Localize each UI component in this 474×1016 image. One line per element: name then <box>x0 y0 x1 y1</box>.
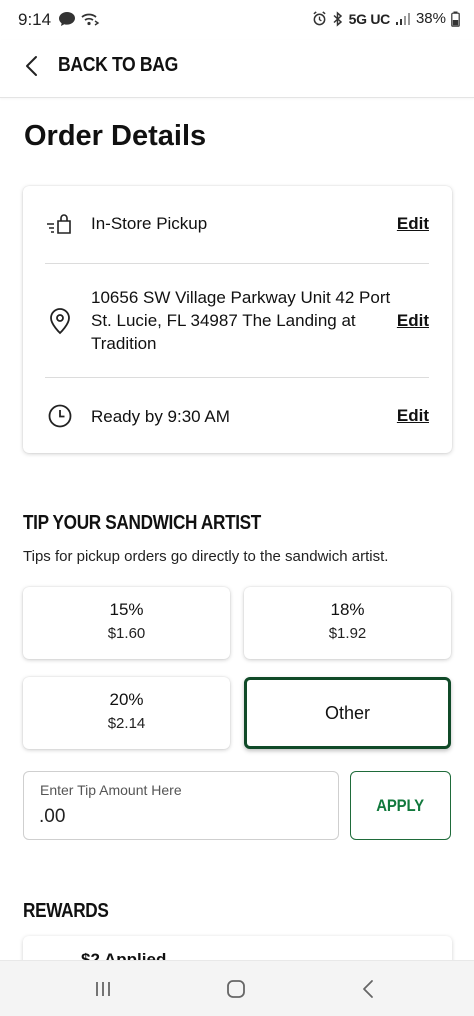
divider <box>45 377 429 378</box>
clock-icon <box>48 404 72 428</box>
ready-time: Ready by 9:30 AM <box>91 406 230 426</box>
edit-time-link[interactable]: Edit <box>397 406 429 426</box>
tip-percent: 15% <box>109 600 144 619</box>
tip-heading: TIP YOUR SANDWICH ARTIST <box>23 512 261 534</box>
chat-bubble-icon <box>59 12 75 26</box>
system-navigation-bar <box>0 960 474 1016</box>
battery-icon <box>451 11 460 27</box>
order-details-card: In-Store Pickup Edit 10656 SW Village Pa… <box>23 186 452 453</box>
back-to-bag-link[interactable]: BACK TO BAG <box>58 54 178 77</box>
edit-pickup-link[interactable]: Edit <box>397 214 429 234</box>
edit-location-link[interactable]: Edit <box>397 311 429 331</box>
top-navigation: BACK TO BAG <box>0 40 474 98</box>
pickup-row: In-Store Pickup Edit <box>45 212 429 235</box>
status-right: 5G UC 38% <box>312 10 460 27</box>
home-icon <box>227 980 245 998</box>
tip-option-18[interactable]: 18% $1.92 <box>244 587 451 659</box>
tip-amount: $2.14 <box>107 715 146 732</box>
tip-percent: 20% <box>109 690 144 709</box>
recent-apps-button[interactable] <box>87 975 119 1003</box>
signal-icon <box>395 12 410 25</box>
apply-tip-button[interactable]: APPLY <box>350 771 451 840</box>
rewards-heading: REWARDS <box>23 900 109 922</box>
bluetooth-icon <box>333 10 342 27</box>
ready-time-row: Ready by 9:30 AM Edit <box>45 403 429 429</box>
back-button[interactable] <box>353 975 385 1003</box>
battery-percent: 38% <box>415 10 446 27</box>
tip-amount-label: Enter Tip Amount Here <box>40 782 182 798</box>
tip-amount: $1.60 <box>107 625 146 642</box>
tip-other-label: Other <box>324 703 371 723</box>
tip-subtitle: Tips for pickup orders go directly to th… <box>23 548 389 565</box>
back-icon <box>363 980 373 998</box>
status-bar: 9:14 5G UC 38% <box>0 0 474 40</box>
alarm-icon <box>313 11 326 26</box>
apply-label: APPLY <box>376 795 425 815</box>
back-chevron-icon[interactable] <box>22 54 44 78</box>
status-notification-icons <box>58 11 100 27</box>
tip-amount: $1.92 <box>328 625 367 642</box>
location-pin-icon <box>50 307 70 334</box>
tip-option-other[interactable]: Other <box>244 677 451 749</box>
tip-option-15[interactable]: 15% $1.60 <box>23 587 230 659</box>
network-type: 5G UC <box>348 10 391 27</box>
status-time: 9:14 <box>18 10 52 29</box>
page-title: Order Details <box>24 120 207 152</box>
store-address: 10656 SW Village Parkway Unit 42 Port St… <box>91 288 391 353</box>
recent-apps-icon <box>96 982 110 996</box>
tip-amount-input[interactable] <box>39 806 319 828</box>
divider <box>45 263 429 264</box>
home-button[interactable] <box>220 975 252 1003</box>
pickup-method: In-Store Pickup <box>91 214 208 233</box>
tip-percent: 18% <box>330 600 365 619</box>
tip-option-20[interactable]: 20% $2.14 <box>23 677 230 749</box>
shopping-bag-speed-icon <box>47 213 71 234</box>
wifi-calling-icon <box>81 13 100 26</box>
tip-amount-field[interactable]: Enter Tip Amount Here <box>23 771 339 840</box>
location-row: 10656 SW Village Parkway Unit 42 Port St… <box>45 286 429 355</box>
